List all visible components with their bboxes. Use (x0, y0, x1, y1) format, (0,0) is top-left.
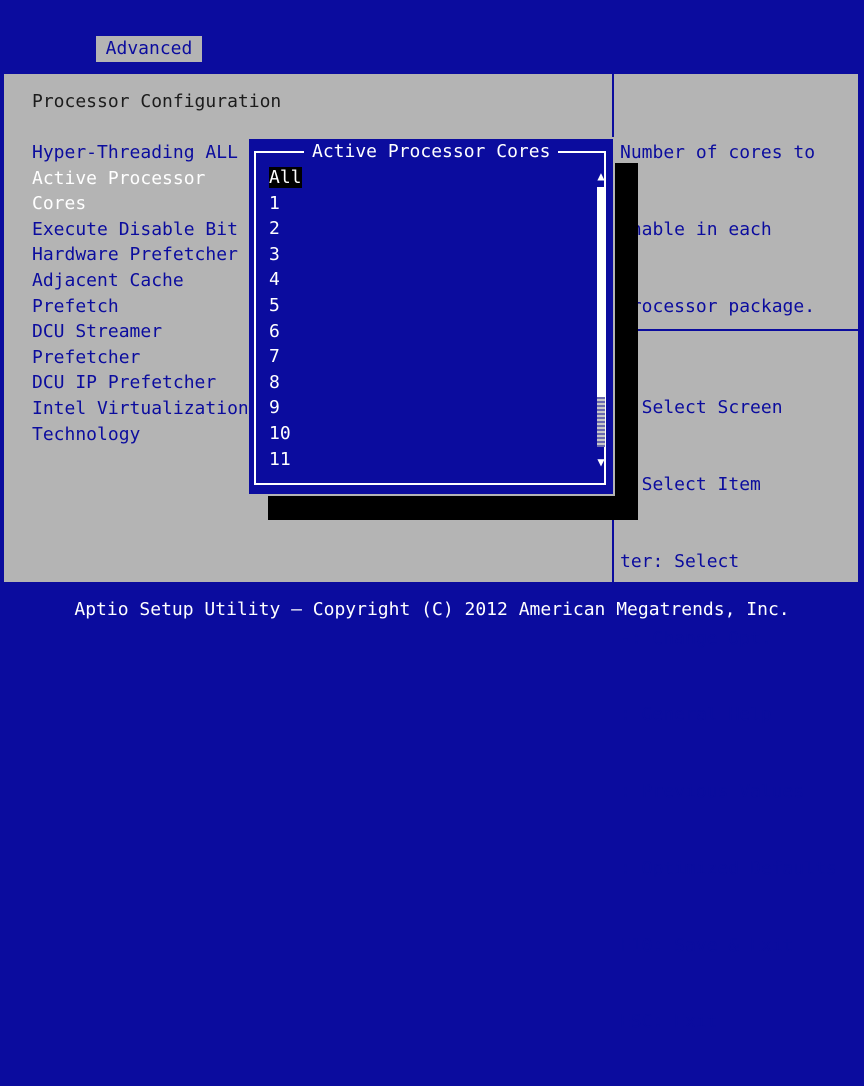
popup-frame-bottom (254, 483, 606, 485)
help-text: Number of cores to enable in each proces… (620, 89, 815, 371)
key-exit: ESC: Exit (620, 1011, 718, 1033)
option-label: All (269, 167, 302, 188)
scroll-up-arrow-icon[interactable]: ▲ (594, 169, 608, 183)
key-save-exit: F10: Save & Exit (620, 934, 794, 956)
key-general-help: : General Help (620, 704, 772, 726)
scroll-down-arrow-icon[interactable]: ▼ (594, 455, 608, 469)
active-processor-cores-popup: Active Processor Cores All 1 2 3 4 5 6 7… (247, 137, 615, 496)
tab-advanced[interactable]: Advanced (96, 36, 202, 62)
option-2[interactable]: 2 (269, 216, 302, 242)
option-all[interactable]: All (269, 165, 302, 191)
menu-item-dcu-streamer-prefetcher[interactable]: DCU Streamer (32, 319, 249, 345)
menu-item-intel-virtualization[interactable]: Intel Virtualization (32, 396, 249, 422)
option-10[interactable]: 10 (269, 421, 302, 447)
menu-item-execute-disable-bit[interactable]: Execute Disable Bit (32, 217, 249, 243)
menu-item-hardware-prefetcher[interactable]: Hardware Prefetcher (32, 242, 249, 268)
menu-item-dcu-ip-prefetcher[interactable]: DCU IP Prefetcher (32, 370, 249, 396)
menu-item-intel-virtualization-cont[interactable]: Technology (32, 422, 249, 448)
key-enter-select: ter: Select (620, 550, 740, 572)
settings-menu: Hyper-Threading ALL Active Processor Cor… (32, 140, 249, 447)
menu-item-adjacent-cache-prefetch[interactable]: Adjacent Cache (32, 268, 249, 294)
option-6[interactable]: 6 (269, 319, 302, 345)
option-8[interactable]: 8 (269, 370, 302, 396)
key-legend: : Select Screen : Select Item ter: Selec… (620, 344, 837, 1086)
help-line: Number of cores to (620, 142, 816, 164)
menu-item-adjacent-cache-prefetch-cont[interactable]: Prefetch (32, 294, 249, 320)
option-3[interactable]: 3 (269, 242, 302, 268)
key-previous-values: : Previous Values (620, 781, 805, 803)
popup-title: Active Processor Cores (304, 139, 559, 165)
footer-copyright: Aptio Setup Utility – Copyright (C) 2012… (74, 599, 790, 620)
option-7[interactable]: 7 (269, 344, 302, 370)
option-1[interactable]: 1 (269, 191, 302, 217)
key-optimized-defaults: : Optimized Defaults (620, 857, 837, 879)
popup-scrollbar[interactable]: ▲ ▼ (594, 169, 608, 469)
menu-item-dcu-streamer-prefetcher-cont[interactable]: Prefetcher (32, 345, 249, 371)
option-5[interactable]: 5 (269, 293, 302, 319)
section-title: Processor Configuration (32, 91, 282, 112)
popup-frame (254, 151, 606, 484)
help-line: processor package. (620, 295, 816, 317)
option-11[interactable]: 11 (269, 447, 302, 473)
key-select-item: : Select Item (620, 473, 761, 495)
scroll-thumb[interactable] (597, 397, 605, 447)
help-line: enable in each (620, 218, 772, 240)
menu-item-active-processor-cores-cont[interactable]: Cores (32, 191, 249, 217)
menu-item-active-processor-cores[interactable]: Active Processor (32, 166, 249, 192)
option-9[interactable]: 9 (269, 395, 302, 421)
menu-item-hyper-threading[interactable]: Hyper-Threading ALL (32, 140, 249, 166)
option-4[interactable]: 4 (269, 267, 302, 293)
top-bar: Advanced (0, 0, 864, 62)
option-list: All 1 2 3 4 5 6 7 8 9 10 11 (269, 165, 302, 472)
key-select-screen: : Select Screen (620, 397, 783, 419)
